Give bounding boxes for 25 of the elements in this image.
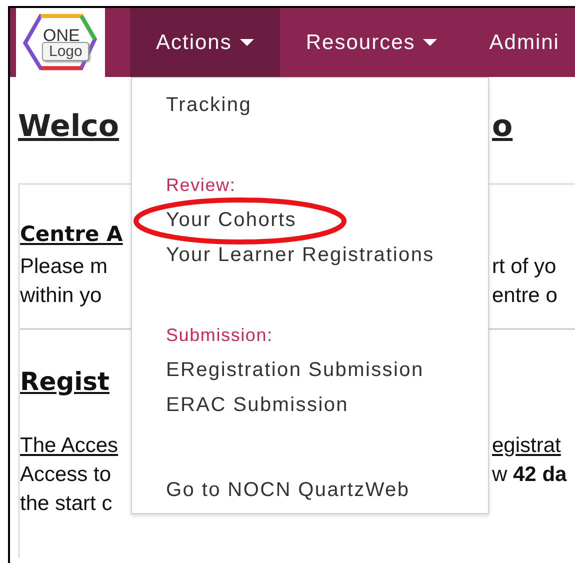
paragraph-text: Please m [20, 254, 108, 278]
menu-item[interactable]: ERegistration Submission [166, 353, 488, 388]
menu-section-header: Submission: [166, 324, 274, 347]
menu-item[interactable]: Your Learner Registrations [166, 238, 488, 273]
paragraph-text: within yo [20, 284, 102, 308]
nav-menu-item[interactable]: Resources [280, 8, 464, 77]
menu-item[interactable]: Your Cohorts [166, 203, 488, 238]
menu-item[interactable]: Go to NOCN QuartzWeb [166, 473, 488, 508]
paragraph-text: Access to [20, 462, 112, 486]
paragraph-text: w 42 da [492, 462, 567, 486]
paragraph-text: the start c [20, 492, 112, 516]
menu-section-header: Review: [166, 174, 237, 197]
page-title: Welco [18, 108, 120, 144]
menu-item[interactable]: Tracking [166, 88, 488, 123]
nav-menu-item[interactable]: Admini [463, 8, 575, 77]
page-title: o [492, 108, 514, 144]
section-heading: Regist [20, 366, 110, 396]
text-link[interactable]: egistrat [492, 434, 561, 458]
paragraph-text: entre o [492, 284, 558, 308]
paragraph-text: rt of yo [492, 254, 556, 278]
section-heading: Centre A [20, 222, 123, 246]
nav-menu-item[interactable]: Actions [130, 8, 280, 77]
menu-item[interactable]: ERAC Submission [166, 388, 488, 423]
text-link[interactable]: The Acces [20, 434, 118, 458]
logo-label: Logo [42, 42, 90, 61]
